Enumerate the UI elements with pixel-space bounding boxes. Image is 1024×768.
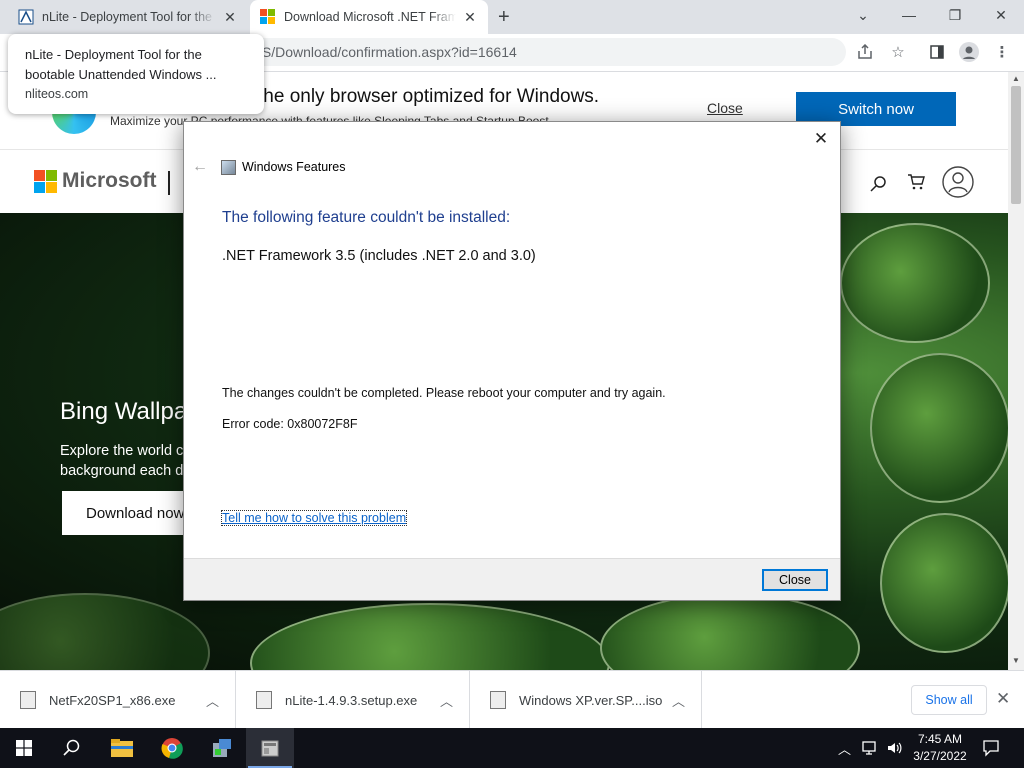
control-panel-icon[interactable] [198,728,246,768]
setup-file-icon [256,691,272,709]
close-tab-icon[interactable]: ✕ [462,9,478,26]
address-url: /S/Download/confirmation.aspx?id=16614 [258,44,517,60]
nav-divider [168,171,170,195]
action-center-icon[interactable] [982,728,1000,768]
download-filename: NetFx20SP1_x86.exe [49,692,176,708]
close-downloads-icon[interactable]: ✕ [996,689,1010,709]
hero-text: Explore the world c background each d [60,443,184,479]
profile-icon[interactable] [957,40,981,64]
download-item[interactable]: Windows XP.ver.SP....iso ︿ [470,671,702,729]
hero-leaf-image [870,353,1008,503]
microsoft-favicon-icon [260,9,276,25]
file-explorer-icon[interactable] [98,728,146,768]
back-arrow-icon: ← [192,158,208,175]
chevron-up-icon[interactable]: ︿ [440,691,453,710]
download-filename: Windows XP.ver.SP....iso [519,692,663,708]
scroll-up-icon[interactable]: ▲ [1012,74,1020,83]
banner-close-link[interactable]: Close [707,100,743,116]
side-panel-icon[interactable] [925,40,949,64]
tab-strip: nLite - Deployment Tool for the bootable… [0,0,1024,34]
tooltip-domain: nliteos.com [25,87,89,101]
tab-dotnet[interactable]: Download Microsoft .NET Framework ✕ [250,0,488,34]
microsoft-wordmark[interactable]: Microsoft [62,169,157,193]
chevron-up-icon[interactable]: ︿ [672,691,685,710]
minimize-icon[interactable]: — [886,0,932,30]
menu-kebab-icon[interactable]: ⋮ [990,40,1014,64]
tab-hover-tooltip: nLite - Deployment Tool for the bootable… [8,34,264,114]
iso-file-icon [490,691,506,709]
windows-features-icon [221,160,236,175]
share-icon[interactable] [853,40,877,64]
hero-leaf-image [880,513,1008,653]
hero-leaf-image [840,223,990,343]
scrollbar-thumb[interactable] [1011,86,1021,204]
download-item[interactable]: NetFx20SP1_x86.exe ︿ [0,671,236,729]
new-tab-icon[interactable]: + [498,6,510,29]
banner-headline: the only browser optimized for Windows. [258,86,600,107]
start-windows-icon[interactable] [0,728,48,768]
show-hidden-icons-icon[interactable]: ︿ [838,728,851,768]
download-item[interactable]: nLite-1.4.9.3.setup.exe ︿ [236,671,470,729]
download-now-button[interactable]: Download now [62,491,192,535]
windows-features-dialog: ✕ ← Windows Features The following featu… [183,121,841,601]
search-icon[interactable] [870,175,888,198]
chrome-icon[interactable] [148,728,196,768]
network-icon[interactable] [862,728,880,768]
system-clock[interactable]: 7:45 AM 3/27/2022 [905,731,975,765]
dialog-close-icon[interactable]: ✕ [808,126,834,152]
cart-icon[interactable] [907,173,925,196]
windows-taskbar: ︿ 7:45 AM 3/27/2022 [0,728,1024,768]
close-tab-icon[interactable]: ✕ [222,9,238,26]
bookmark-star-icon[interactable]: ☆ [886,40,910,64]
clock-date: 3/27/2022 [913,749,967,763]
clock-time: 7:45 AM [917,732,963,746]
hero-title: Bing Wallpap [60,398,201,425]
hero-leaf-image [250,603,610,670]
scroll-down-icon[interactable]: ▼ [1012,656,1020,665]
tooltip-title: nLite - Deployment Tool for the bootable… [25,47,217,82]
exe-file-icon [20,691,36,709]
solve-problem-link[interactable]: Tell me how to solve this problem [220,510,408,526]
dialog-title: Windows Features [242,160,346,174]
feature-name: .NET Framework 3.5 (includes .NET 2.0 an… [222,248,536,264]
downloads-bar: NetFx20SP1_x86.exe ︿ nLite-1.4.9.3.setup… [0,670,1024,729]
tab-nlite[interactable]: nLite - Deployment Tool for the bootable… [8,0,248,34]
error-code: Error code: 0x80072F8F [222,417,358,431]
download-filename: nLite-1.4.9.3.setup.exe [285,692,418,708]
hero-leaf-image [0,593,210,670]
restore-icon[interactable]: ❐ [932,0,978,30]
volume-icon[interactable] [886,728,902,768]
tab-title: Download Microsoft .NET Framework [284,10,456,24]
error-message: The changes couldn't be completed. Pleas… [222,386,666,400]
windows-features-taskbar-icon[interactable] [246,728,294,768]
dialog-footer: Close [184,558,840,600]
account-icon[interactable] [942,166,974,203]
microsoft-logo-icon[interactable] [34,170,57,193]
tab-search-chevron-icon[interactable]: ⌄ [840,0,886,30]
nlite-favicon-icon [18,9,34,25]
dialog-close-button[interactable]: Close [762,569,828,591]
tab-title: nLite - Deployment Tool for the bootable… [42,10,216,24]
chevron-up-icon[interactable]: ︿ [206,691,219,710]
show-all-button[interactable]: Show all [911,685,987,715]
search-icon[interactable] [48,728,96,768]
close-window-icon[interactable]: ✕ [978,0,1024,30]
dialog-heading: The following feature couldn't be instal… [222,209,511,226]
hero-leaf-image [600,593,860,670]
